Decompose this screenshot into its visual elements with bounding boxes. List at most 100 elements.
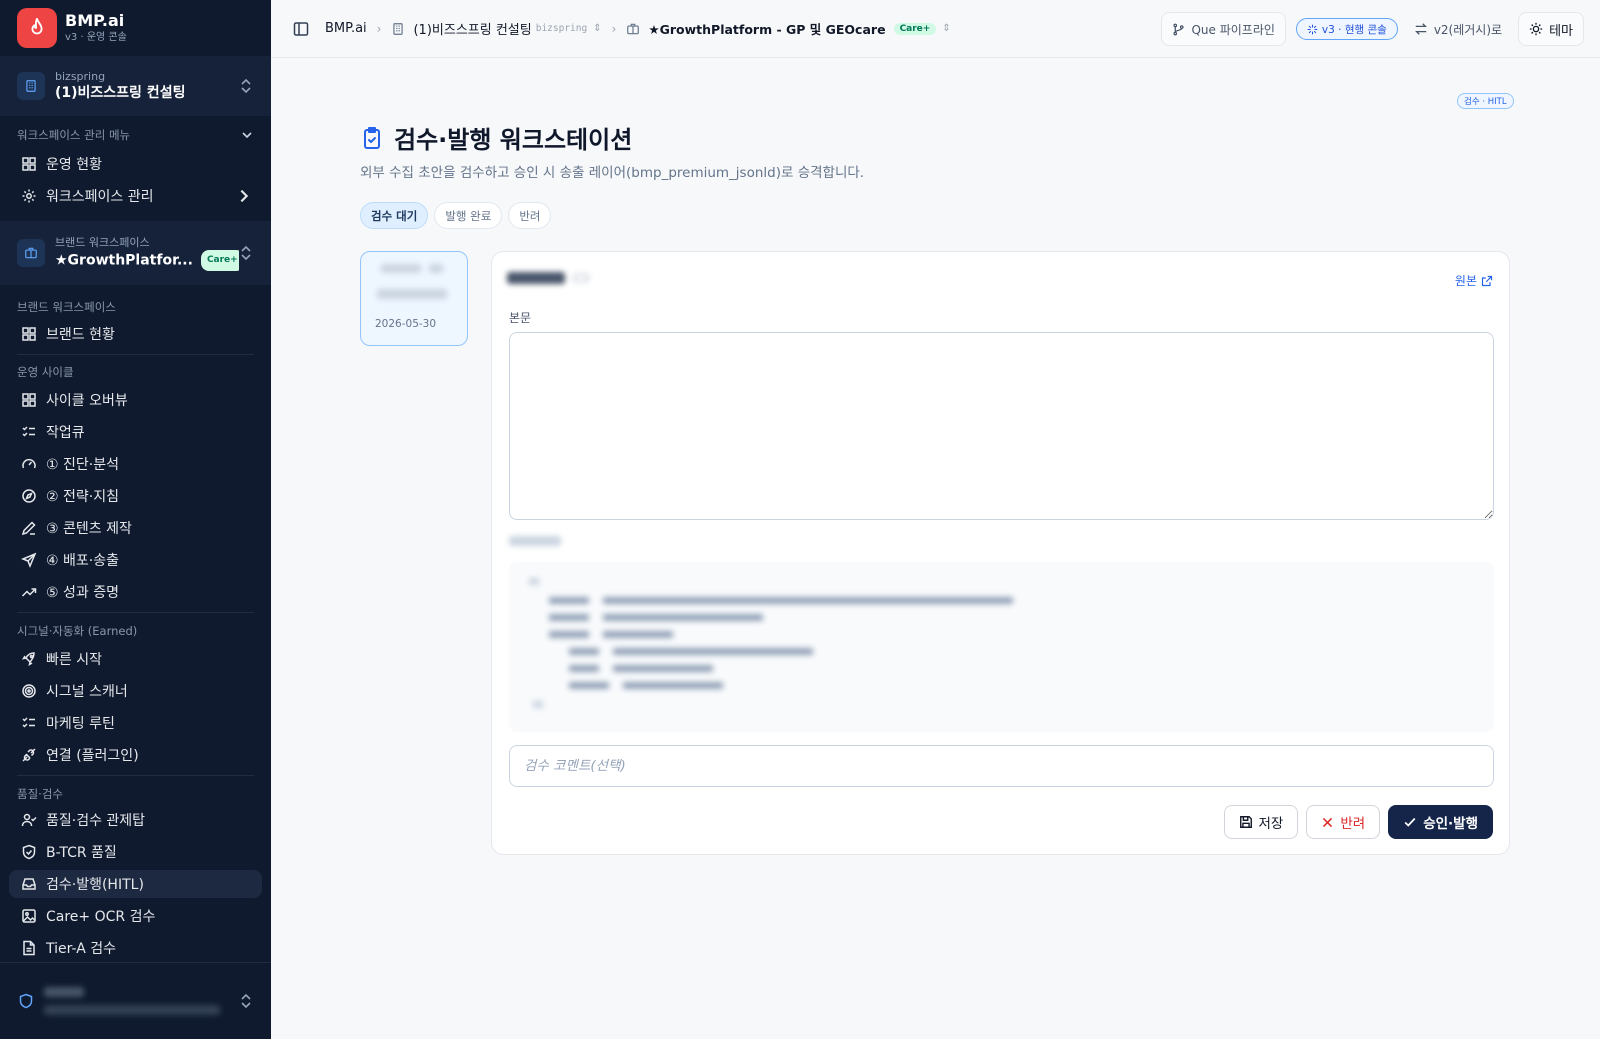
nav-label: ③ 콘텐츠 제작 <box>46 521 132 537</box>
section-label-cycle: 운영 사이클 <box>17 365 74 379</box>
brand-ws-name-row: ★GrowthPlatfor... Care+ <box>55 250 239 271</box>
nav-label: 사이클 오버뷰 <box>46 393 128 409</box>
nav-label: 빠른 시작 <box>46 652 102 668</box>
tab-rejected[interactable]: 반려 <box>508 202 552 229</box>
divider <box>17 612 254 613</box>
nav-marketing-routine[interactable]: 마케팅 루틴 <box>9 709 262 737</box>
legacy-switch-button[interactable]: v2(레거시)로 <box>1408 21 1508 38</box>
sidebar: BMP.ai v3 · 운영 콘솔 bizspring (1)비즈스프링 컨설팅… <box>0 0 271 1039</box>
crumb-workspace[interactable]: ★GrowthPlatform - GP 및 GEOcare <box>648 19 885 38</box>
inbox-icon <box>22 878 36 890</box>
brand-logo-icon <box>17 8 57 48</box>
nav-ws-manage[interactable]: 워크스페이스 관리 <box>9 182 262 210</box>
gear-icon <box>22 189 36 203</box>
crumb-org[interactable]: (1)비즈스프링 컨설팅 <box>413 19 531 38</box>
chevron-updown-icon <box>241 245 251 261</box>
nav-label: ② 전략·지침 <box>46 489 119 505</box>
chevron-updown-icon <box>241 993 251 1009</box>
nav-signal-scanner[interactable]: 시그널 스캐너 <box>9 677 262 705</box>
sidebar-toggle-icon[interactable] <box>293 21 309 37</box>
body-textarea[interactable] <box>509 332 1494 520</box>
page-title-row: 검수·발행 워크스테이션 <box>360 120 632 155</box>
org-switcher[interactable]: bizspring (1)비즈스프링 컨설팅 <box>0 56 271 116</box>
trending-up-icon <box>21 588 37 597</box>
list-check-icon <box>22 717 35 728</box>
version-pill[interactable]: v3 · 현행 콘솔 <box>1295 18 1398 40</box>
queue-item-card[interactable]: 2026-05-30 <box>360 251 468 346</box>
reject-button[interactable]: 반려 <box>1306 805 1381 839</box>
reject-label: 반려 <box>1340 816 1366 832</box>
original-link[interactable]: 원본 <box>1455 272 1493 289</box>
external-link-icon <box>1481 275 1493 286</box>
grid-icon <box>22 393 36 407</box>
nav-tier-a-review[interactable]: Tier-A 검수 <box>9 934 262 962</box>
approve-label: 승인·발행 <box>1423 816 1478 832</box>
nav-brand-status[interactable]: 브랜드 현황 <box>9 320 262 348</box>
nav-label: 시그널 스캐너 <box>46 684 128 700</box>
sparkle-icon <box>1307 24 1318 34</box>
gauge-icon <box>22 458 36 469</box>
nav-plugins[interactable]: 연결 (플러그인) <box>9 741 262 769</box>
theme-button[interactable]: 테마 <box>1518 12 1584 46</box>
divider <box>17 354 254 355</box>
nav-ops-status[interactable]: 운영 현황 <box>9 150 262 178</box>
image-scan-icon <box>22 909 36 923</box>
jsonld-preview <box>509 562 1494 732</box>
crumb-root[interactable]: BMP.ai <box>325 21 367 36</box>
tab-pending[interactable]: 검수 대기 <box>360 202 429 229</box>
nav-label: 마케팅 루틴 <box>46 716 115 732</box>
nav-content-production[interactable]: ③ 콘텐츠 제작 <box>9 514 262 542</box>
nav-hitl-review[interactable]: 검수·발행(HITL) <box>9 870 262 898</box>
breadcrumb: BMP.ai › (1)비즈스프링 컨설팅 bizspring ⇕ › ★Gro… <box>325 19 951 38</box>
building-icon <box>393 22 404 35</box>
nav-cycle-overview[interactable]: 사이클 오버뷰 <box>9 386 262 414</box>
crumb-org-slug: bizspring <box>535 23 588 34</box>
nav-strategy[interactable]: ② 전략·지침 <box>9 482 262 510</box>
chevron-down-icon[interactable] <box>241 129 253 141</box>
git-branch-icon <box>1173 23 1185 35</box>
review-detail-panel: 원본 본문 저장 반려 승인·발행 <box>491 251 1510 855</box>
user-menu[interactable] <box>0 962 271 1039</box>
nav-quality-tower[interactable]: 품질·검수 관제탑 <box>9 806 262 834</box>
nav-diagnosis[interactable]: ① 진단·분석 <box>9 450 262 478</box>
nav-label: ① 진단·분석 <box>46 457 119 473</box>
chevron-right-icon <box>240 189 249 203</box>
brand-header[interactable]: BMP.ai v3 · 운영 콘솔 <box>0 0 271 56</box>
chevron-updown-icon[interactable]: ⇕ <box>593 23 601 34</box>
review-comment-input[interactable] <box>509 745 1494 787</box>
file-text-icon <box>23 940 35 956</box>
nav-label: 연결 (플러그인) <box>46 748 139 764</box>
approve-publish-button[interactable]: 승인·발행 <box>1388 805 1493 839</box>
tab-published[interactable]: 발행 완료 <box>434 202 503 229</box>
nav-btcr-quality[interactable]: B-TCR 품질 <box>9 838 262 866</box>
brand-ws-label: 브랜드 워크스페이스 <box>55 236 150 249</box>
nav-distribution[interactable]: ④ 배포·송출 <box>9 546 262 574</box>
topbar-actions: Que 파이프라인 v3 · 현행 콘솔 v2(레거시)로 테마 <box>1161 12 1584 46</box>
grid-icon <box>22 327 36 341</box>
brand-workspace-switcher[interactable]: 브랜드 워크스페이스 ★GrowthPlatfor... Care+ <box>0 221 271 285</box>
grid-icon <box>22 157 36 171</box>
nav-work-queue[interactable]: 작업큐 <box>9 418 262 446</box>
chevron-updown-icon[interactable]: ⇕ <box>942 23 950 34</box>
nav-label: 워크스페이스 관리 <box>46 189 154 205</box>
version-label: v3 · 현행 콘솔 <box>1321 23 1387 36</box>
shield-icon <box>19 993 33 1009</box>
sun-icon <box>1529 22 1543 36</box>
nav-quick-start[interactable]: 빠른 시작 <box>9 645 262 673</box>
detail-title-redacted <box>507 272 589 284</box>
brand-subtitle: v3 · 운영 콘솔 <box>65 32 127 43</box>
nav-label: 작업큐 <box>46 425 85 441</box>
que-pipeline-button[interactable]: Que 파이프라인 <box>1161 12 1286 46</box>
save-icon <box>1239 816 1252 828</box>
save-button[interactable]: 저장 <box>1223 805 1299 839</box>
nav-label: ④ 배포·송출 <box>46 553 119 569</box>
building-icon <box>17 72 45 100</box>
hitl-tag-badge: 검수 · HITL <box>1457 93 1514 109</box>
nav-performance[interactable]: ⑤ 성과 증명 <box>9 578 262 606</box>
queue-item-redacted <box>375 264 453 299</box>
jsonld-content-redacted <box>509 562 1494 724</box>
nav-label: ⑤ 성과 증명 <box>46 585 119 601</box>
user-info-redacted <box>44 987 239 1015</box>
topbar: BMP.ai › (1)비즈스프링 컨설팅 bizspring ⇕ › ★Gro… <box>271 0 1600 58</box>
nav-ocr-review[interactable]: Care+ OCR 검수 <box>9 902 262 930</box>
